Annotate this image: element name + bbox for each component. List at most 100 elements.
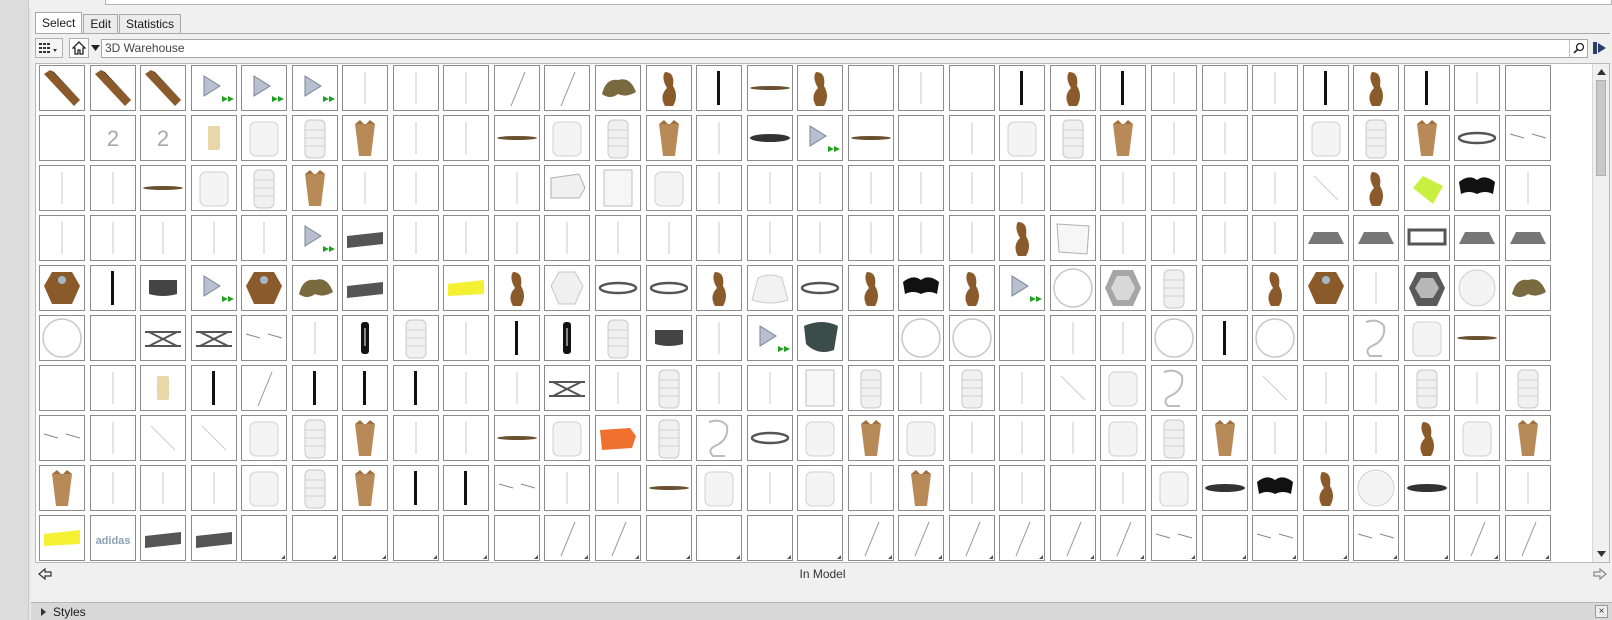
component-thumbnail[interactable] [797,415,844,461]
component-thumbnail[interactable] [140,265,187,311]
component-thumbnail[interactable] [746,415,793,461]
component-thumbnail[interactable] [1454,415,1501,461]
component-thumbnail[interactable] [241,65,288,111]
component-thumbnail[interactable] [847,365,894,411]
component-thumbnail[interactable] [1151,415,1198,461]
component-thumbnail[interactable] [89,465,136,511]
component-thumbnail[interactable] [291,515,338,561]
component-thumbnail[interactable] [190,115,237,161]
component-thumbnail[interactable] [1100,165,1147,211]
component-thumbnail[interactable] [999,65,1046,111]
component-thumbnail[interactable] [1403,165,1450,211]
component-thumbnail[interactable] [39,365,85,411]
component-thumbnail[interactable] [1201,365,1248,411]
component-thumbnail[interactable] [1353,315,1400,361]
component-thumbnail[interactable] [1302,215,1349,261]
component-thumbnail[interactable] [1049,465,1096,511]
component-thumbnail[interactable] [999,115,1046,161]
component-thumbnail[interactable] [746,165,793,211]
component-thumbnail[interactable] [39,265,85,311]
component-thumbnail[interactable] [595,215,642,261]
component-thumbnail[interactable] [1049,115,1096,161]
component-thumbnail[interactable] [645,215,692,261]
component-thumbnail[interactable] [1403,65,1450,111]
styles-panel-header[interactable]: Styles × [31,602,1612,620]
component-thumbnail[interactable] [291,115,338,161]
component-thumbnail[interactable] [190,465,237,511]
component-thumbnail[interactable] [948,65,995,111]
tab-select[interactable]: Select [35,12,83,33]
component-thumbnail[interactable] [342,365,389,411]
component-thumbnail[interactable] [1454,265,1501,311]
component-thumbnail[interactable] [190,315,237,361]
go-button[interactable] [1590,38,1610,58]
component-thumbnail[interactable] [1100,515,1147,561]
component-thumbnail[interactable] [1049,365,1096,411]
vertical-scrollbar[interactable] [1592,64,1609,562]
component-thumbnail[interactable] [1302,65,1349,111]
component-thumbnail[interactable] [291,415,338,461]
component-thumbnail[interactable] [291,165,338,211]
component-thumbnail[interactable] [797,215,844,261]
component-thumbnail[interactable] [999,265,1046,311]
component-thumbnail[interactable] [1504,115,1551,161]
component-thumbnail[interactable] [493,265,540,311]
component-thumbnail[interactable] [1403,465,1450,511]
component-thumbnail[interactable] [39,215,85,261]
component-thumbnail[interactable] [696,265,743,311]
component-thumbnail[interactable] [1201,215,1248,261]
component-thumbnail[interactable] [595,165,642,211]
component-thumbnail[interactable] [392,365,439,411]
component-thumbnail[interactable] [291,215,338,261]
component-thumbnail[interactable] [696,365,743,411]
component-thumbnail[interactable] [342,265,389,311]
component-thumbnail[interactable] [746,215,793,261]
component-thumbnail[interactable] [544,265,591,311]
component-thumbnail[interactable] [999,365,1046,411]
component-thumbnail[interactable] [1302,115,1349,161]
component-thumbnail[interactable] [392,465,439,511]
component-thumbnail[interactable] [1252,115,1299,161]
component-thumbnail[interactable] [544,115,591,161]
component-thumbnail[interactable] [847,165,894,211]
component-thumbnail[interactable] [392,65,439,111]
component-thumbnail[interactable] [493,165,540,211]
component-thumbnail[interactable] [1403,315,1450,361]
component-thumbnail[interactable] [392,315,439,361]
component-thumbnail[interactable] [847,115,894,161]
component-thumbnail[interactable]: 2 [140,115,187,161]
component-thumbnail[interactable] [1302,265,1349,311]
search-input[interactable] [102,39,1569,57]
component-thumbnail[interactable] [291,365,338,411]
component-thumbnail[interactable] [1353,465,1400,511]
component-thumbnail[interactable] [898,115,945,161]
component-thumbnail[interactable] [291,65,338,111]
component-thumbnail[interactable] [89,265,136,311]
component-thumbnail[interactable] [443,265,490,311]
component-thumbnail[interactable] [999,465,1046,511]
component-thumbnail[interactable] [999,515,1046,561]
scroll-down-button[interactable] [1593,546,1609,562]
component-thumbnail[interactable] [898,265,945,311]
component-thumbnail[interactable] [544,515,591,561]
component-thumbnail[interactable] [443,115,490,161]
component-thumbnail[interactable] [1403,365,1450,411]
component-thumbnail[interactable] [645,515,692,561]
component-thumbnail[interactable] [898,465,945,511]
component-thumbnail[interactable] [392,215,439,261]
component-thumbnail[interactable] [493,215,540,261]
component-thumbnail[interactable] [1454,465,1501,511]
component-thumbnail[interactable] [39,465,85,511]
component-thumbnail[interactable] [595,115,642,161]
component-thumbnail[interactable] [595,515,642,561]
component-thumbnail[interactable] [1504,65,1551,111]
component-thumbnail[interactable] [1151,365,1198,411]
component-thumbnail[interactable] [696,315,743,361]
component-thumbnail[interactable] [1100,215,1147,261]
component-thumbnail[interactable] [1252,315,1299,361]
component-thumbnail[interactable] [898,415,945,461]
component-thumbnail[interactable] [140,315,187,361]
component-thumbnail[interactable] [645,115,692,161]
component-thumbnail[interactable] [1100,365,1147,411]
component-thumbnail[interactable] [1252,465,1299,511]
